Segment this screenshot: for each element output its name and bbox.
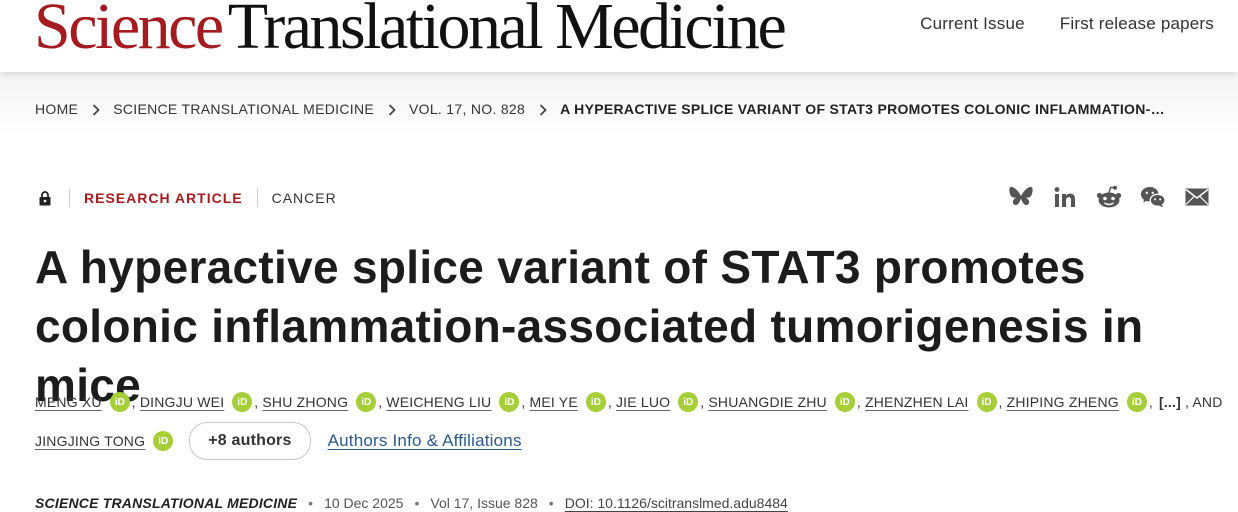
chevron-right-icon <box>525 101 560 117</box>
linkedin-icon[interactable] <box>1052 184 1078 210</box>
author-name[interactable]: WEICHENG LIU <box>386 394 491 410</box>
separator-dot: • <box>548 495 554 511</box>
top-nav: Current Issue First release papers <box>920 14 1214 34</box>
authors-info-affiliations-link[interactable]: Authors Info & Affiliations <box>328 431 522 451</box>
collapsed-authors-ellipsis[interactable]: [...] <box>1159 394 1181 410</box>
author-name[interactable]: ZHENZHEN LAI <box>865 394 969 410</box>
author-and-text: , AND <box>1184 394 1223 410</box>
reddit-icon[interactable] <box>1096 184 1122 210</box>
author-name[interactable]: MEI YE <box>529 394 577 410</box>
share-bar <box>1008 184 1210 210</box>
orcid-icon[interactable]: iD <box>585 392 606 412</box>
author-name[interactable]: JINGJING TONG <box>35 433 145 449</box>
email-icon[interactable] <box>1184 184 1210 210</box>
citation-date: 10 Dec 2025 <box>324 495 404 511</box>
orcid-icon[interactable]: iD <box>356 392 377 412</box>
author-line-1: MENG XU iD, DINGJU WEI iD, SHU ZHONG iD, WE… <box>35 392 1223 412</box>
author-name[interactable]: DINGJU WEI <box>140 394 224 410</box>
author-name[interactable]: SHU ZHONG <box>262 394 348 410</box>
author-list: MENG XU iD, DINGJU WEI iD, SHU ZHONG iD, WE… <box>35 388 1225 460</box>
more-authors-button[interactable]: +8 authors <box>189 422 311 460</box>
orcid-icon[interactable]: iD <box>976 392 997 412</box>
author-name[interactable]: MENG XU <box>35 394 102 410</box>
lock-icon <box>35 190 55 206</box>
separator-dot: • <box>308 495 314 511</box>
separator-dot: • <box>414 495 420 511</box>
breadcrumb-journal[interactable]: SCIENCE TRANSLATIONAL MEDICINE <box>113 101 374 117</box>
subject-label[interactable]: CANCER <box>272 190 337 206</box>
author-name[interactable]: ZHIPING ZHENG <box>1007 394 1119 410</box>
citation-line: SCIENCE TRANSLATIONAL MEDICINE • 10 Dec … <box>35 495 788 511</box>
orcid-icon[interactable]: iD <box>109 392 130 412</box>
citation-journal: SCIENCE TRANSLATIONAL MEDICINE <box>35 495 298 511</box>
divider <box>69 189 70 207</box>
divider <box>256 189 258 207</box>
logo-science-text: Science <box>34 0 224 63</box>
wechat-icon[interactable] <box>1140 184 1166 210</box>
breadcrumb-current-article: A HYPERACTIVE SPLICE VARIANT OF STAT3 PR… <box>560 101 1165 117</box>
breadcrumb-home[interactable]: HOME <box>35 101 78 117</box>
chevron-right-icon <box>78 101 113 117</box>
doi-link[interactable]: DOI: 10.1126/scitranslmed.adu8484 <box>565 495 788 511</box>
orcid-icon[interactable]: iD <box>153 431 174 451</box>
author-name[interactable]: SHUANGDIE ZHU <box>708 394 827 410</box>
site-header: ScienceTranslational Medicine Current Is… <box>0 0 1238 72</box>
orcid-icon[interactable]: iD <box>678 392 699 412</box>
breadcrumb-issue[interactable]: VOL. 17, NO. 828 <box>409 101 525 117</box>
chevron-right-icon <box>374 101 409 117</box>
orcid-icon[interactable]: iD <box>232 392 253 412</box>
article-type-label[interactable]: RESEARCH ARTICLE <box>84 190 243 206</box>
nav-first-release-papers[interactable]: First release papers <box>1060 14 1214 34</box>
nav-current-issue[interactable]: Current Issue <box>920 14 1025 34</box>
orcid-icon[interactable]: iD <box>499 392 520 412</box>
bluesky-icon[interactable] <box>1008 184 1034 210</box>
citation-volume-issue: Vol 17, Issue 828 <box>430 495 538 511</box>
logo-journal-text: Translational Medicine <box>227 0 787 63</box>
orcid-icon[interactable]: iD <box>1126 392 1147 412</box>
author-name[interactable]: JIE LUO <box>616 394 670 410</box>
orcid-icon[interactable]: iD <box>834 392 855 412</box>
breadcrumb: HOME SCIENCE TRANSLATIONAL MEDICINE VOL.… <box>35 101 1165 117</box>
author-line-2: JINGJING TONG iD +8 authors Authors Info … <box>35 422 1225 460</box>
journal-logo[interactable]: ScienceTranslational Medicine <box>34 0 787 63</box>
article-meta-row: RESEARCH ARTICLE CANCER <box>35 187 337 209</box>
